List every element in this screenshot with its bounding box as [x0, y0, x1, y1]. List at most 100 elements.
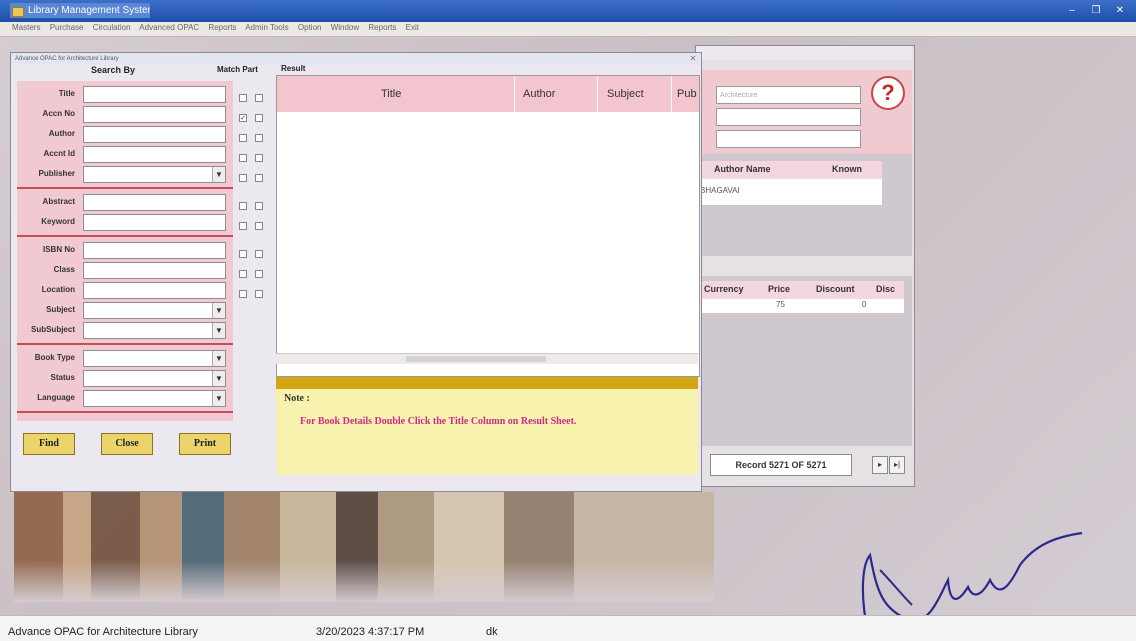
- col-currency[interactable]: Currency: [704, 284, 744, 294]
- match-checkbox[interactable]: [239, 94, 247, 102]
- author-row[interactable]: BHAGAVAI: [696, 179, 882, 205]
- match-checkbox[interactable]: [239, 202, 247, 210]
- section-divider: [17, 187, 233, 189]
- note-box: Note : For Book Details Double Click the…: [276, 389, 698, 475]
- details-field-1[interactable]: Architecture: [716, 86, 861, 104]
- part-checkbox[interactable]: [255, 270, 263, 278]
- menu-admin-tools[interactable]: Admin Tools: [245, 23, 288, 32]
- help-icon[interactable]: ?: [871, 76, 905, 110]
- publisher-select[interactable]: ▼: [83, 166, 226, 183]
- result-horizontal-scrollbar[interactable]: [276, 353, 698, 364]
- match-checkbox[interactable]: [239, 174, 247, 182]
- part-checkbox[interactable]: [255, 114, 263, 122]
- label-location: Location: [41, 285, 75, 294]
- price-row[interactable]: 75 0: [696, 299, 904, 313]
- label-language: Language: [37, 393, 75, 402]
- match-checkbox[interactable]: [239, 270, 247, 278]
- menu-option[interactable]: Option: [298, 23, 322, 32]
- col-disc[interactable]: Disc: [876, 284, 895, 294]
- result-grid-header: Title Author Subject Pub: [277, 76, 699, 112]
- class-input[interactable]: [83, 262, 226, 279]
- details-field-2[interactable]: [716, 108, 861, 126]
- col-price[interactable]: Price: [768, 284, 790, 294]
- details-field-3[interactable]: [716, 130, 861, 148]
- background-photo-fade: [14, 560, 714, 602]
- part-checkbox[interactable]: [255, 202, 263, 210]
- section-divider: [17, 235, 233, 237]
- search-by-label: Search By: [91, 65, 136, 75]
- location-input[interactable]: [83, 282, 226, 299]
- next-record-button[interactable]: ▸: [872, 456, 888, 474]
- chevron-down-icon[interactable]: ▼: [212, 371, 225, 386]
- abstract-input[interactable]: [83, 194, 226, 211]
- menu-masters[interactable]: Masters: [12, 23, 40, 32]
- language-select[interactable]: ▼: [83, 390, 226, 407]
- find-button[interactable]: Find: [23, 433, 75, 455]
- col-known[interactable]: Known: [832, 164, 862, 174]
- match-checkbox[interactable]: [239, 222, 247, 230]
- status-module: Advance OPAC for Architecture Library: [8, 626, 198, 638]
- author-input[interactable]: [83, 126, 226, 143]
- part-checkbox[interactable]: [255, 174, 263, 182]
- last-record-button[interactable]: ▸|: [889, 456, 905, 474]
- label-subject: Subject: [46, 305, 75, 314]
- isbn-no-input[interactable]: [83, 242, 226, 259]
- search-form-panel: Title Accn No Author Accnt Id Publisher …: [17, 81, 233, 421]
- col-subject[interactable]: Subject: [607, 88, 644, 100]
- subject-select[interactable]: ▼: [83, 302, 226, 319]
- part-checkbox[interactable]: [255, 290, 263, 298]
- col-author-name[interactable]: Author Name: [714, 164, 771, 174]
- chevron-down-icon[interactable]: ▼: [212, 167, 225, 182]
- menu-advanced-opac[interactable]: Advanced OPAC: [139, 23, 199, 32]
- book-type-select[interactable]: ▼: [83, 350, 226, 367]
- part-checkbox[interactable]: [255, 250, 263, 258]
- result-grid[interactable]: Title Author Subject Pub: [276, 75, 700, 377]
- menu-window[interactable]: Window: [331, 23, 359, 32]
- chevron-down-icon[interactable]: ▼: [212, 323, 225, 338]
- subsubject-select[interactable]: ▼: [83, 322, 226, 339]
- opac-close-icon[interactable]: ✕: [687, 53, 699, 65]
- part-checkbox[interactable]: [255, 154, 263, 162]
- col-pub[interactable]: Pub: [677, 88, 697, 100]
- menu-exit[interactable]: Exit: [406, 23, 419, 32]
- match-checkbox[interactable]: [239, 250, 247, 258]
- col-author[interactable]: Author: [523, 88, 555, 100]
- menu-reports[interactable]: Reports: [208, 23, 236, 32]
- price-row-price: 75: [776, 300, 785, 309]
- accnt-id-input[interactable]: [83, 146, 226, 163]
- close-app-button[interactable]: ✕: [1110, 4, 1130, 18]
- label-status: Status: [50, 373, 75, 382]
- menu-circulation[interactable]: Circulation: [93, 23, 131, 32]
- note-header-bar: [276, 377, 698, 389]
- part-checkbox[interactable]: [255, 222, 263, 230]
- accn-no-input[interactable]: [83, 106, 226, 123]
- menu-purchase[interactable]: Purchase: [50, 23, 84, 32]
- chevron-down-icon[interactable]: ▼: [212, 303, 225, 318]
- restore-button[interactable]: ❐: [1086, 4, 1106, 18]
- match-checkbox[interactable]: ✓: [239, 114, 247, 122]
- author-row-name: BHAGAVAI: [700, 186, 740, 195]
- opac-window: Advance OPAC for Architecture Library ✕ …: [10, 52, 702, 492]
- minimize-button[interactable]: –: [1062, 4, 1082, 18]
- part-checkbox[interactable]: [255, 94, 263, 102]
- record-indicator: Record 5271 OF 5271: [710, 454, 852, 476]
- chevron-down-icon[interactable]: ▼: [212, 351, 225, 366]
- title-input[interactable]: [83, 86, 226, 103]
- app-title: Library Management System: [10, 3, 150, 18]
- close-button[interactable]: Close: [101, 433, 153, 455]
- col-discount[interactable]: Discount: [816, 284, 855, 294]
- label-class: Class: [53, 265, 75, 274]
- print-button[interactable]: Print: [179, 433, 231, 455]
- author-grid-header: Author Name Known: [696, 161, 882, 179]
- scrollbar-thumb[interactable]: [406, 356, 546, 362]
- chevron-down-icon[interactable]: ▼: [212, 391, 225, 406]
- menu-reports-2[interactable]: Reports: [368, 23, 396, 32]
- label-abstract: Abstract: [42, 197, 75, 206]
- match-checkbox[interactable]: [239, 134, 247, 142]
- status-select[interactable]: ▼: [83, 370, 226, 387]
- col-title[interactable]: Title: [381, 88, 401, 100]
- match-checkbox[interactable]: [239, 154, 247, 162]
- keyword-input[interactable]: [83, 214, 226, 231]
- match-checkbox[interactable]: [239, 290, 247, 298]
- part-checkbox[interactable]: [255, 134, 263, 142]
